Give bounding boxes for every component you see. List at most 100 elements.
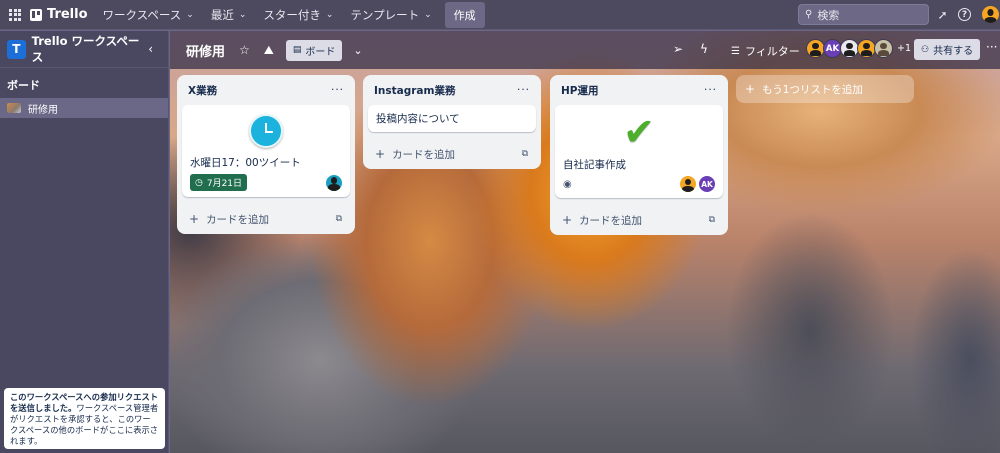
person-icon <box>808 40 824 57</box>
chevron-down-icon: ⌄ <box>325 9 334 20</box>
clock-icon <box>249 114 283 148</box>
card-template-icon[interactable]: ⧉ <box>336 214 342 224</box>
list-header: HP運用 ··· <box>555 75 723 105</box>
plus-icon: + <box>189 212 200 226</box>
collapse-sidebar-icon[interactable]: ‹ <box>148 42 153 56</box>
menu-starred[interactable]: スター付き ⌄ <box>263 7 333 23</box>
plus-icon: + <box>375 147 386 161</box>
chevron-down-icon: ⌄ <box>424 9 432 20</box>
watch-icon: ◉ <box>563 178 572 190</box>
list-x: X業務 ··· 水曜日17：00ツイート ◷ 7月21日 + カードを追加 ⧉ <box>177 75 355 234</box>
menu-recent-label: 最近 <box>210 7 234 22</box>
add-card-button[interactable]: + カードを追加 ⧉ <box>182 204 350 234</box>
board-view-icon: ▤ <box>292 45 302 55</box>
join-request-notice: このワークスペースへの参加リクエストを送信しました。ワークスペース管理者がリクエ… <box>4 388 165 449</box>
add-card-label: カードを追加 <box>206 213 270 226</box>
menu-workspaces-label: ワークスペース <box>102 7 182 22</box>
menu-recent[interactable]: 最近 ⌄ <box>211 7 247 23</box>
workspace-sidebar: T Trello ワークスペース ‹ ボード 研修用 このワークスペースへの参加… <box>0 31 169 453</box>
card-meta: ◉ AK <box>563 176 715 192</box>
account-avatar[interactable] <box>982 6 999 23</box>
list-title[interactable]: Instagram業務 <box>374 83 455 98</box>
more-options-icon[interactable]: ··· <box>986 40 997 54</box>
plus-icon: + <box>562 213 573 227</box>
sidebar-board-item[interactable]: 研修用 <box>0 98 168 118</box>
menu-templates-label: テンプレート <box>350 7 420 22</box>
board-view-button[interactable]: ▤ ボード <box>285 39 343 61</box>
add-list-button[interactable]: + もう1つリストを追加 <box>736 75 914 103</box>
board-title[interactable]: 研修用 <box>186 41 225 60</box>
apps-grid-icon[interactable] <box>9 8 21 21</box>
person-icon <box>842 40 858 57</box>
add-card-button[interactable]: + カードを追加 ⧉ <box>555 205 723 235</box>
board-canvas: 研修用 ☆ ⛰ ▤ ボード ⌄ ➢ ϟ ☰ フィルター AK +1 ⚇ 共有する ··… <box>170 31 1000 453</box>
visibility-icon[interactable]: ⛰ <box>264 43 274 58</box>
trello-logo-icon <box>30 8 42 21</box>
menu-templates[interactable]: テンプレート ⌄ <box>350 7 431 23</box>
board-members[interactable]: AK +1 <box>806 39 911 58</box>
filter-icon: ☰ <box>731 45 740 57</box>
filter-button[interactable]: ☰ フィルター <box>731 43 800 59</box>
share-button[interactable]: ⚇ 共有する <box>914 39 981 60</box>
members-extra-count[interactable]: +1 <box>897 43 911 54</box>
card-member-avatar-initials[interactable]: AK <box>699 176 715 192</box>
list-header: X業務 ··· <box>182 75 350 105</box>
workspace-name[interactable]: Trello ワークスペース <box>32 33 149 65</box>
add-person-icon: ⚇ <box>921 44 930 55</box>
card[interactable]: 投稿内容について <box>368 105 536 132</box>
menu-workspaces[interactable]: ワークスペース ⌄ <box>103 7 194 23</box>
star-icon[interactable]: ☆ <box>239 43 250 57</box>
card[interactable]: 水曜日17：00ツイート ◷ 7月21日 <box>182 105 350 197</box>
add-card-button[interactable]: + カードを追加 ⧉ <box>368 139 536 169</box>
menu-starred-label: スター付き <box>263 7 321 22</box>
person-icon <box>859 40 875 57</box>
trello-logo[interactable]: Trello <box>30 7 88 22</box>
card-cover <box>190 111 342 148</box>
person-icon <box>982 6 999 23</box>
card-title: 水曜日17：00ツイート <box>190 157 301 169</box>
card-member-avatar[interactable] <box>680 176 696 192</box>
list-menu-icon[interactable]: ··· <box>704 84 717 96</box>
plus-icon: + <box>745 82 756 96</box>
list-header: Instagram業務 ··· <box>368 75 536 105</box>
list-hp: HP運用 ··· ✔ 自社記事作成 ◉ AK + カードを追加 ⧉ <box>550 75 728 235</box>
card-title: 自社記事作成 <box>563 159 626 171</box>
card-meta: ◷ 7月21日 <box>190 174 342 191</box>
card-template-icon[interactable]: ⧉ <box>522 149 528 159</box>
chevron-down-icon[interactable]: ⌄ <box>353 44 362 57</box>
member-avatar[interactable] <box>874 39 893 58</box>
board-thumbnail <box>7 103 21 113</box>
list-title[interactable]: HP運用 <box>561 83 598 98</box>
card-cover: ✔ <box>563 111 715 153</box>
lightning-icon[interactable]: ϟ <box>700 42 708 56</box>
board-view-label: ボード <box>305 46 336 58</box>
person-icon <box>876 40 892 57</box>
share-label: 共有する <box>933 46 974 57</box>
help-icon[interactable]: ? <box>958 8 971 21</box>
sidebar-board-label: 研修用 <box>28 104 58 116</box>
boards-section-title: ボード <box>7 79 40 92</box>
workspace-badge: T <box>7 39 26 59</box>
send-icon[interactable]: ➢ <box>673 42 683 56</box>
search-placeholder: 検索 <box>817 8 840 22</box>
list-menu-icon[interactable]: ··· <box>517 84 530 96</box>
card-template-icon[interactable]: ⧉ <box>709 215 715 225</box>
list-menu-icon[interactable]: ··· <box>331 84 344 96</box>
chevron-down-icon: ⌄ <box>238 9 247 20</box>
search-input[interactable]: ⚲ 検索 <box>798 4 929 25</box>
top-menu: ワークスペース ⌄ 最近 ⌄ スター付き ⌄ テンプレート ⌄ 作成 <box>103 1 485 28</box>
clock-small-icon: ◷ <box>195 177 203 188</box>
search-icon: ⚲ <box>805 9 813 20</box>
list-title[interactable]: X業務 <box>188 83 217 98</box>
card[interactable]: ✔ 自社記事作成 ◉ AK <box>555 105 723 198</box>
top-navigation-bar: Trello ワークスペース ⌄ 最近 ⌄ スター付き ⌄ テンプレート ⌄ 作成 ⚲ 検… <box>0 0 1000 30</box>
add-card-label: カードを追加 <box>579 214 643 227</box>
list-instagram: Instagram業務 ··· 投稿内容について + カードを追加 ⧉ <box>363 75 541 169</box>
card-member-avatar[interactable] <box>326 174 342 191</box>
workspace-header: T Trello ワークスペース ‹ <box>0 31 168 68</box>
megaphone-icon[interactable]: ➚ <box>935 7 950 22</box>
create-button[interactable]: 作成 <box>444 1 485 28</box>
due-date-badge[interactable]: ◷ 7月21日 <box>190 174 248 191</box>
person-icon <box>680 176 696 192</box>
checkmark-icon: ✔ <box>623 110 655 154</box>
